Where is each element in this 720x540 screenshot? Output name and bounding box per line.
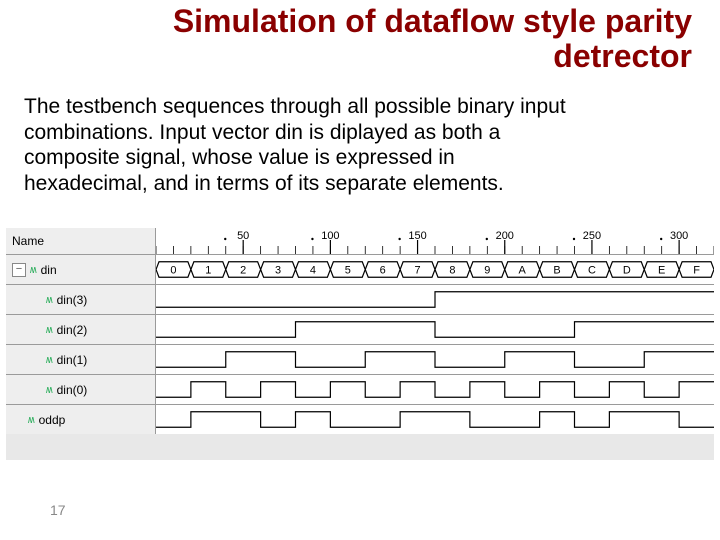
svg-text:250: 250 <box>583 230 601 242</box>
signal-label: din(3) <box>57 293 88 307</box>
signal-row-din3[interactable]: ʍ din(3) <box>6 285 156 314</box>
page-number: 17 <box>50 502 66 518</box>
svg-text:6: 6 <box>380 265 386 277</box>
signal-row-din0[interactable]: ʍ din(0) <box>6 375 156 404</box>
slide-title: Simulation of dataflow style parity detr… <box>132 4 692 73</box>
wave-din1 <box>156 345 714 374</box>
svg-text:C: C <box>588 265 596 277</box>
signal-row-oddp[interactable]: ʍ oddp <box>6 405 156 434</box>
wave-din0 <box>156 375 714 404</box>
svg-text:7: 7 <box>415 265 421 277</box>
name-column-header: Name <box>6 228 156 254</box>
svg-text:9: 9 <box>484 265 490 277</box>
svg-text:5: 5 <box>345 265 351 277</box>
waveform-viewer: Name 50 100 150 200 250 300 − ʍ din 0 1 2 3 4 5 6 7 8… <box>6 228 714 460</box>
svg-text:1: 1 <box>205 265 211 277</box>
svg-text:A: A <box>519 265 527 277</box>
svg-text:200: 200 <box>496 230 514 242</box>
wave-icon: ʍ <box>46 323 53 336</box>
svg-text:150: 150 <box>408 230 426 242</box>
wave-din3 <box>156 285 714 314</box>
svg-text:E: E <box>658 265 665 277</box>
name-header-label: Name <box>12 234 44 248</box>
signal-label: din(1) <box>57 353 88 367</box>
signal-row-din1[interactable]: ʍ din(1) <box>6 345 156 374</box>
signal-label: oddp <box>39 413 66 427</box>
wave-icon: ʍ <box>30 263 37 276</box>
signal-row-din2[interactable]: ʍ din(2) <box>6 315 156 344</box>
svg-text:D: D <box>623 265 631 277</box>
svg-text:8: 8 <box>449 265 455 277</box>
svg-text:50: 50 <box>237 230 249 242</box>
svg-text:2: 2 <box>240 265 246 277</box>
wave-icon: ʍ <box>46 293 53 306</box>
svg-text:F: F <box>693 265 700 277</box>
signal-label: din(0) <box>57 383 88 397</box>
signal-label: din(2) <box>57 323 88 337</box>
svg-text:B: B <box>553 265 560 277</box>
wave-icon: ʍ <box>46 383 53 396</box>
svg-text:0: 0 <box>170 265 176 277</box>
slide-body: The testbench sequences through all poss… <box>24 94 584 196</box>
wave-din2 <box>156 315 714 344</box>
svg-text:3: 3 <box>275 265 281 277</box>
signal-label: din <box>41 263 57 277</box>
wave-icon: ʍ <box>28 413 35 426</box>
svg-text:300: 300 <box>670 230 688 242</box>
time-ruler: 50 100 150 200 250 300 <box>156 228 714 254</box>
collapse-icon[interactable]: − <box>12 263 26 277</box>
wave-icon: ʍ <box>46 353 53 366</box>
bus-wave-din: 0 1 2 3 4 5 6 7 8 9 A B C D E F <box>156 255 714 284</box>
signal-row-din[interactable]: − ʍ din <box>6 255 156 284</box>
wave-oddp <box>156 405 714 434</box>
svg-text:4: 4 <box>310 265 316 277</box>
svg-text:100: 100 <box>321 230 339 242</box>
